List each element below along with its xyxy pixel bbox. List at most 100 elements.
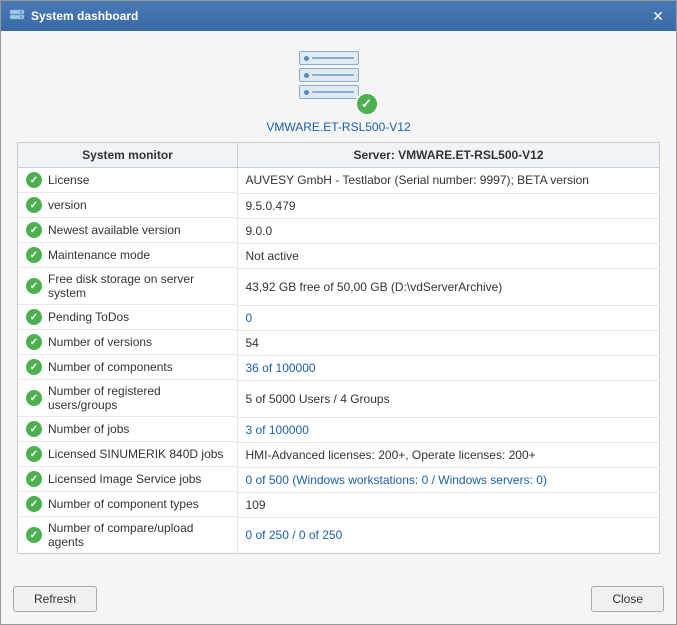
table-row: ✓ Licensed Image Service jobs 0 of 500 (…	[18, 467, 660, 492]
status-check-icon: ✓	[26, 278, 42, 294]
row-label-cell: ✓ Licensed Image Service jobs	[18, 467, 238, 492]
table-row: ✓ Number of versions 54	[18, 330, 660, 355]
row-value-cell: 54	[238, 330, 660, 355]
row-value: 9.5.0.479	[246, 199, 296, 213]
row-value-cell: 0	[238, 305, 660, 330]
row-value-cell: 3 of 100000	[238, 417, 660, 442]
row-value-blue: 0	[536, 473, 543, 487]
row-label-cell: ✓ Number of components	[18, 355, 238, 380]
row-label: Pending ToDos	[48, 310, 129, 324]
status-check-icon: ✓	[26, 334, 42, 350]
table-row: ✓ Maintenance mode Not active	[18, 243, 660, 268]
row-value-cell: 9.0.0	[238, 218, 660, 243]
status-check-icon: ✓	[26, 390, 42, 406]
server-unit-2	[299, 68, 359, 82]
row-value: 5 of 5000 Users / 4 Groups	[246, 392, 390, 406]
table-row: ✓ Number of registered users/groups 5 of…	[18, 380, 660, 417]
table-row: ✓ Number of compare/upload agents 0 of 2…	[18, 517, 660, 554]
title-bar-icon	[9, 8, 25, 24]
row-label-cell: ✓ License	[18, 168, 238, 193]
row-value-cell: 36 of 100000	[238, 355, 660, 380]
server-unit-1	[299, 51, 359, 65]
close-button[interactable]: Close	[591, 586, 664, 612]
table-row: ✓ Number of components 36 of 100000	[18, 355, 660, 380]
server-dot	[304, 56, 309, 61]
col2-header: Server: VMWARE.ET-RSL500-V12	[238, 143, 660, 168]
row-value: 0	[246, 311, 253, 325]
row-label-cell: ✓ Maintenance mode	[18, 243, 238, 268]
row-label: Number of component types	[48, 497, 199, 511]
row-value: 36 of 100000	[246, 361, 316, 375]
row-label-cell: ✓ Free disk storage on server system	[18, 268, 238, 305]
table-row: ✓ version 9.5.0.479	[18, 193, 660, 218]
row-value-cell: 0 of 250 / 0 of 250	[238, 517, 660, 554]
window-close-button[interactable]: ✕	[648, 6, 668, 26]
server-graphic: VMWARE.ET-RSL500-V12	[17, 43, 660, 134]
table-row: ✓ Licensed SINUMERIK 840D jobs HMI-Advan…	[18, 442, 660, 467]
row-value: 54	[246, 336, 259, 350]
row-value: Not active	[246, 249, 299, 263]
status-check-icon: ✓	[26, 222, 42, 238]
col1-header: System monitor	[18, 143, 238, 168]
row-label: Newest available version	[48, 223, 181, 237]
row-value-cell: 109	[238, 492, 660, 517]
row-value-cell: AUVESY GmbH - Testlabor (Serial number: …	[238, 168, 660, 194]
row-label-cell: ✓ Number of registered users/groups	[18, 380, 238, 417]
status-check-icon: ✓	[26, 471, 42, 487]
status-check-icon: ✓	[26, 359, 42, 375]
row-label: Licensed SINUMERIK 840D jobs	[48, 447, 223, 461]
row-label: Free disk storage on server system	[48, 272, 229, 300]
server-dot-2	[304, 73, 309, 78]
window-title: System dashboard	[31, 9, 138, 23]
row-label-cell: ✓ Number of compare/upload agents	[18, 517, 238, 553]
row-label-cell: ✓ Number of component types	[18, 492, 238, 517]
status-check-icon: ✓	[26, 172, 42, 188]
row-label: License	[48, 173, 89, 187]
row-value: 43,92 GB free of 50,00 GB (D:\vdServerAr…	[246, 280, 503, 294]
server-dot-3	[304, 90, 309, 95]
row-value-cell: Not active	[238, 243, 660, 268]
table-row: ✓ License AUVESY GmbH - Testlabor (Seria…	[18, 168, 660, 194]
status-check-icon: ✓	[26, 421, 42, 437]
row-value: AUVESY GmbH - Testlabor (Serial number: …	[246, 173, 589, 187]
refresh-button[interactable]: Refresh	[13, 586, 97, 612]
row-label: Maintenance mode	[48, 248, 150, 262]
row-value: HMI-Advanced licenses: 200+, Operate lic…	[246, 448, 536, 462]
status-check-icon: ✓	[26, 197, 42, 213]
row-value: 9.0.0	[246, 224, 273, 238]
row-label: Licensed Image Service jobs	[48, 472, 201, 486]
row-label: Number of components	[48, 360, 173, 374]
row-value: 109	[246, 498, 266, 512]
table-row: ✓ Number of jobs 3 of 100000	[18, 417, 660, 442]
row-value-cell: 0 of 500 (Windows workstations: 0 / Wind…	[238, 467, 660, 492]
row-label-cell: ✓ Number of jobs	[18, 417, 238, 442]
row-value: 3 of 100000	[246, 423, 309, 437]
row-label-cell: ✓ Newest available version	[18, 218, 238, 243]
row-label-cell: ✓ version	[18, 193, 238, 218]
row-value: 0 of 500 (Windows workstations: 0 / Wind…	[246, 473, 547, 487]
server-line	[312, 57, 354, 59]
row-label: Number of registered users/groups	[48, 384, 229, 412]
server-line-3	[312, 91, 354, 93]
row-label: Number of jobs	[48, 422, 129, 436]
server-line-2	[312, 74, 354, 76]
system-dashboard-window: System dashboard ✕	[0, 0, 677, 625]
row-label-cell: ✓ Licensed SINUMERIK 840D jobs	[18, 442, 238, 467]
title-bar: System dashboard ✕	[1, 1, 676, 31]
row-label-cell: ✓ Number of versions	[18, 330, 238, 355]
row-value-cell: 5 of 5000 Users / 4 Groups	[238, 380, 660, 417]
table-row: ✓ Pending ToDos 0	[18, 305, 660, 330]
content-area: VMWARE.ET-RSL500-V12 System monitor Serv…	[1, 31, 676, 578]
row-label-cell: ✓ Pending ToDos	[18, 305, 238, 330]
status-check-icon: ✓	[26, 446, 42, 462]
check-badge-icon	[355, 92, 379, 116]
row-value-cell: HMI-Advanced licenses: 200+, Operate lic…	[238, 442, 660, 467]
server-unit-3	[299, 85, 359, 99]
server-name-label: VMWARE.ET-RSL500-V12	[266, 120, 410, 134]
footer: Refresh Close	[1, 578, 676, 624]
status-check-icon: ✓	[26, 527, 42, 543]
table-row: ✓ Number of component types 109	[18, 492, 660, 517]
row-value: 0 of 250 / 0 of 250	[246, 528, 343, 542]
info-table: System monitor Server: VMWARE.ET-RSL500-…	[17, 142, 660, 554]
row-value-cell: 9.5.0.479	[238, 193, 660, 218]
